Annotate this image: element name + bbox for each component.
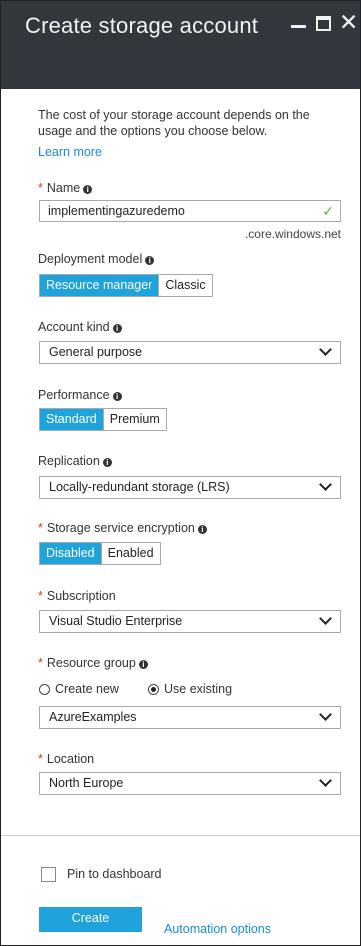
radio-use-existing-label: Use existing [164,682,233,696]
info-icon[interactable]: i [145,256,155,265]
required-marker: * [38,521,43,535]
info-icon[interactable]: i [102,458,112,467]
name-value: implementingazuredemo [48,204,185,218]
performance-option-premium[interactable]: Premium [102,409,166,430]
info-icon[interactable]: i [112,392,122,401]
chevron-down-icon [319,478,332,491]
required-marker: * [38,752,43,766]
radio-create-new-label: Create new [55,682,119,696]
performance-option-standard[interactable]: Standard [40,409,103,430]
radio-circle [39,683,50,695]
location-select[interactable]: North Europe [39,772,341,795]
close-icon: ✕ [339,9,359,35]
deployment-model-toggle: Resource manager Classic [39,274,213,297]
minimize-icon [291,25,306,28]
replication-select[interactable]: Locally-redundant storage (LRS) [39,476,341,499]
resource-group-label-text: Resource group [46,656,136,670]
account-kind-label: Account kind i [38,320,122,334]
minimize-button[interactable] [288,11,310,33]
create-button[interactable]: Create [39,907,142,932]
resource-group-select[interactable]: AzureExamples [39,706,341,729]
name-label: * Name i [38,181,93,195]
location-value: North Europe [49,776,124,790]
footer-divider [1,835,360,836]
subscription-label-text: Subscription [46,589,116,603]
blade: Create storage account ✕ The cost of you… [0,0,361,946]
chevron-down-icon [319,343,332,356]
name-input[interactable]: implementingazuredemo ✓ [39,200,341,222]
encryption-label-text: Storage service encryption [46,521,195,535]
resource-group-label: * Resource group i [38,656,148,670]
radio-create-new[interactable]: Create new [39,682,119,696]
performance-toggle: Standard Premium [39,408,167,431]
replication-label: Replication i [38,454,112,468]
account-kind-value: General purpose [49,345,143,359]
pin-to-dashboard-checkbox[interactable] [41,867,56,882]
info-icon[interactable]: i [112,324,122,333]
checkmark-icon: ✓ [322,203,334,219]
encryption-label: * Storage service encryption i [38,521,207,535]
subscription-select[interactable]: Visual Studio Enterprise [39,610,341,633]
chevron-down-icon [319,708,332,721]
deployment-model-label-text: Deployment model [38,252,143,266]
radio-circle-selected [148,683,159,695]
location-label-text: Location [46,752,95,766]
account-kind-select[interactable]: General purpose [39,341,341,364]
chevron-down-icon [319,774,332,787]
cost-description: The cost of your storage account depends… [38,108,310,138]
encryption-option-disabled[interactable]: Disabled [40,543,101,564]
deployment-option-resource-manager[interactable]: Resource manager [40,275,159,296]
info-icon[interactable]: i [83,185,93,194]
chevron-down-icon [319,612,332,625]
required-marker: * [38,656,43,670]
close-button[interactable]: ✕ [339,9,361,35]
info-icon[interactable]: i [197,525,207,534]
location-label: * Location [38,752,94,766]
domain-suffix: .core.windows.net [244,227,341,241]
replication-label-text: Replication [38,454,100,468]
performance-label: Performance i [38,388,122,402]
maximize-button[interactable] [314,11,336,33]
deployment-option-classic[interactable]: Classic [158,275,211,296]
info-icon[interactable]: i [138,660,148,669]
performance-label-text: Performance [38,388,110,402]
subscription-value: Visual Studio Enterprise [49,614,183,628]
required-marker: * [38,589,43,603]
account-kind-label-text: Account kind [38,320,110,334]
pin-to-dashboard-label: Pin to dashboard [67,867,162,881]
replication-value: Locally-redundant storage (LRS) [49,480,230,494]
blade-header: Create storage account ✕ [1,1,360,89]
subscription-label: * Subscription [38,589,116,603]
deployment-model-label: Deployment model i [38,252,155,266]
resource-group-value: AzureExamples [49,710,137,724]
encryption-option-enabled[interactable]: Enabled [100,543,160,564]
automation-options-link[interactable]: Automation options [164,922,271,936]
name-label-text: Name [46,181,81,195]
radio-use-existing[interactable]: Use existing [148,682,232,696]
learn-more-link[interactable]: Learn more [38,145,102,159]
blade-title: Create storage account [25,13,259,38]
encryption-toggle: Disabled Enabled [39,542,161,565]
required-marker: * [38,181,43,195]
maximize-icon [316,16,331,31]
